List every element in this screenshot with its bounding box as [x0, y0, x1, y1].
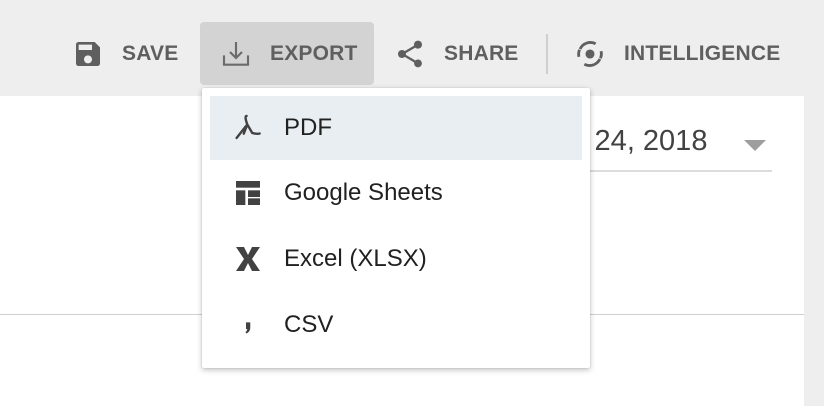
- menu-item-csv[interactable]: CSV: [210, 293, 582, 357]
- date-range-value[interactable]: y 24, 2018: [572, 125, 707, 158]
- menu-item-label: Google Sheets: [284, 179, 443, 206]
- save-label: SAVE: [122, 41, 179, 65]
- share-label: SHARE: [444, 41, 519, 65]
- export-label: EXPORT: [270, 41, 358, 65]
- menu-item-label: CSV: [284, 311, 334, 338]
- menu-item-excel-xlsx[interactable]: Excel (XLSX): [210, 227, 582, 291]
- menu-item-pdf[interactable]: PDF: [210, 96, 582, 160]
- export-download-icon: [218, 36, 254, 72]
- save-icon: [70, 36, 106, 72]
- intelligence-label: INTELLIGENCE: [624, 41, 781, 65]
- save-button[interactable]: SAVE: [70, 22, 188, 85]
- menu-item-google-sheets[interactable]: Google Sheets: [210, 161, 582, 225]
- date-field-underline: [572, 170, 772, 172]
- share-button[interactable]: SHARE: [392, 22, 532, 85]
- excel-icon: [230, 241, 266, 277]
- pdf-icon: [230, 110, 266, 146]
- date-dropdown-arrow-icon[interactable]: [744, 140, 766, 151]
- export-menu: PDF Google Sheets Excel (XLSX) CSV: [202, 88, 590, 368]
- toolbar: SAVE EXPORT SHARE INTELLIGENCE: [0, 0, 824, 96]
- menu-item-label: PDF: [284, 114, 332, 141]
- share-icon: [392, 36, 428, 72]
- intelligence-button[interactable]: INTELLIGENCE: [572, 22, 787, 85]
- csv-comma-icon: [230, 307, 266, 343]
- intelligence-icon: [572, 36, 608, 72]
- google-sheets-icon: [230, 175, 266, 211]
- export-button[interactable]: EXPORT: [200, 22, 374, 85]
- page-gutter: [804, 96, 824, 406]
- toolbar-divider: [546, 34, 548, 74]
- menu-item-label: Excel (XLSX): [284, 245, 427, 272]
